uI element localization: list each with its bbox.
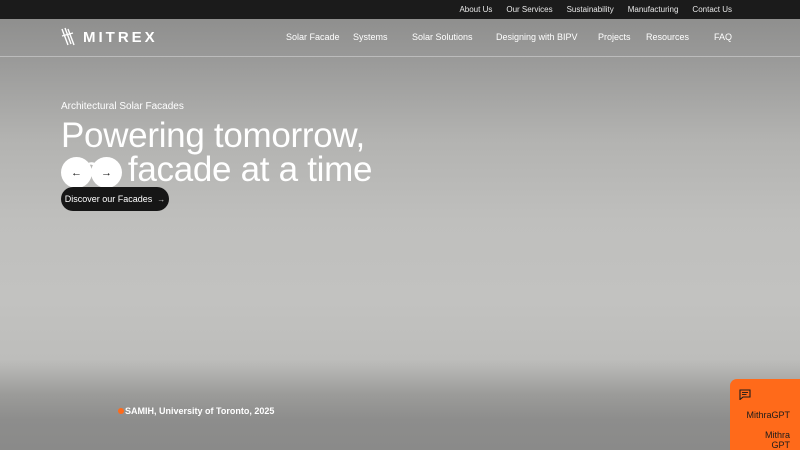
cta-label: Discover our Facades — [64, 194, 153, 204]
arrow-right-icon: → — [157, 194, 166, 204]
chat-title: MithraGPT — [746, 410, 790, 420]
mithragpt-chat-widget[interactable]: MithraGPT Mithra GPT — [730, 379, 800, 450]
nav-item-resources[interactable]: Resources — [646, 32, 689, 42]
project-caption: SAMIH, University of Toronto, 2025 — [118, 406, 274, 416]
logo-text: MITREX — [83, 28, 158, 46]
chat-subtitle: Mithra GPT — [764, 430, 790, 450]
main-nav: MITREX Solar Facade Systems Solar Soluti… — [0, 19, 800, 57]
page: About Us Our Services Sustainability Man… — [0, 0, 800, 450]
nav-item-designing-with-bipv[interactable]: Designing with BIPV — [496, 32, 578, 42]
hero-eyebrow: Architectural Solar Facades — [61, 101, 184, 112]
nav-item-solar-facade[interactable]: Solar Facade — [286, 32, 340, 42]
utility-link-contact-us[interactable]: Contact Us — [692, 5, 732, 14]
discover-facades-button[interactable]: Discover our Facades → — [61, 187, 169, 211]
carousel-next-button[interactable]: → — [91, 157, 122, 188]
nav-item-systems[interactable]: Systems — [353, 32, 388, 42]
arrow-right-icon: → — [101, 166, 112, 179]
chat-bubble-icon — [739, 389, 751, 400]
utility-links: About Us Our Services Sustainability Man… — [445, 0, 732, 19]
logo-mark-icon — [61, 27, 75, 46]
nav-item-solar-solutions[interactable]: Solar Solutions — [412, 32, 473, 42]
caption-dot — [118, 408, 124, 414]
utility-link-about-us[interactable]: About Us — [459, 5, 492, 14]
utility-link-manufacturing[interactable]: Manufacturing — [628, 5, 679, 14]
logo[interactable]: MITREX — [61, 27, 158, 47]
nav-item-projects[interactable]: Projects — [598, 32, 631, 42]
carousel-prev-button[interactable]: ← — [61, 157, 92, 188]
utility-link-our-services[interactable]: Our Services — [506, 5, 552, 14]
arrow-left-icon: ← — [71, 166, 82, 179]
utility-link-sustainability[interactable]: Sustainability — [567, 5, 614, 14]
nav-item-faq[interactable]: FAQ — [714, 32, 732, 42]
utility-bar: About Us Our Services Sustainability Man… — [0, 0, 800, 19]
caption-text: SAMIH, University of Toronto, 2025 — [125, 406, 275, 416]
